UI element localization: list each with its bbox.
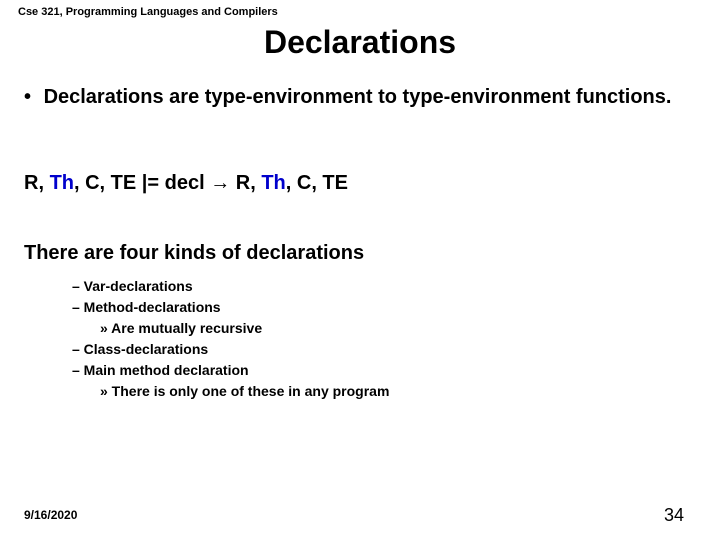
rule-th2: Th — [261, 172, 285, 194]
bullet-dot: • — [24, 86, 38, 109]
rule-part-r1: R, — [24, 172, 50, 194]
slide-title: Declarations — [0, 24, 720, 61]
list-subitem: » There is only one of these in any prog… — [72, 381, 389, 402]
rule-gap: R, — [230, 172, 261, 194]
rule-rest1: , C, TE |= decl — [74, 172, 210, 194]
list-item: – Method-declarations — [72, 297, 389, 318]
main-bullet: • Declarations are type-environment to t… — [24, 86, 680, 109]
bullet-text: Declarations are type-environment to typ… — [44, 86, 672, 108]
subheading: There are four kinds of declarations — [24, 242, 364, 265]
slide-date: 9/16/2020 — [24, 508, 77, 522]
declaration-kinds-list: – Var-declarations – Method-declarations… — [72, 276, 389, 402]
list-subitem: » Are mutually recursive — [72, 318, 389, 339]
page-number: 34 — [664, 505, 684, 526]
rule-arrow: → — [210, 172, 230, 194]
course-header: Cse 321, Programming Languages and Compi… — [18, 6, 278, 18]
rule-rest2: , C, TE — [286, 172, 348, 194]
typing-rule: R, Th, C, TE |= decl → R, Th, C, TE — [24, 172, 348, 195]
rule-th1: Th — [50, 172, 74, 194]
list-item: – Class-declarations — [72, 339, 389, 360]
list-item: – Var-declarations — [72, 276, 389, 297]
list-item: – Main method declaration — [72, 360, 389, 381]
